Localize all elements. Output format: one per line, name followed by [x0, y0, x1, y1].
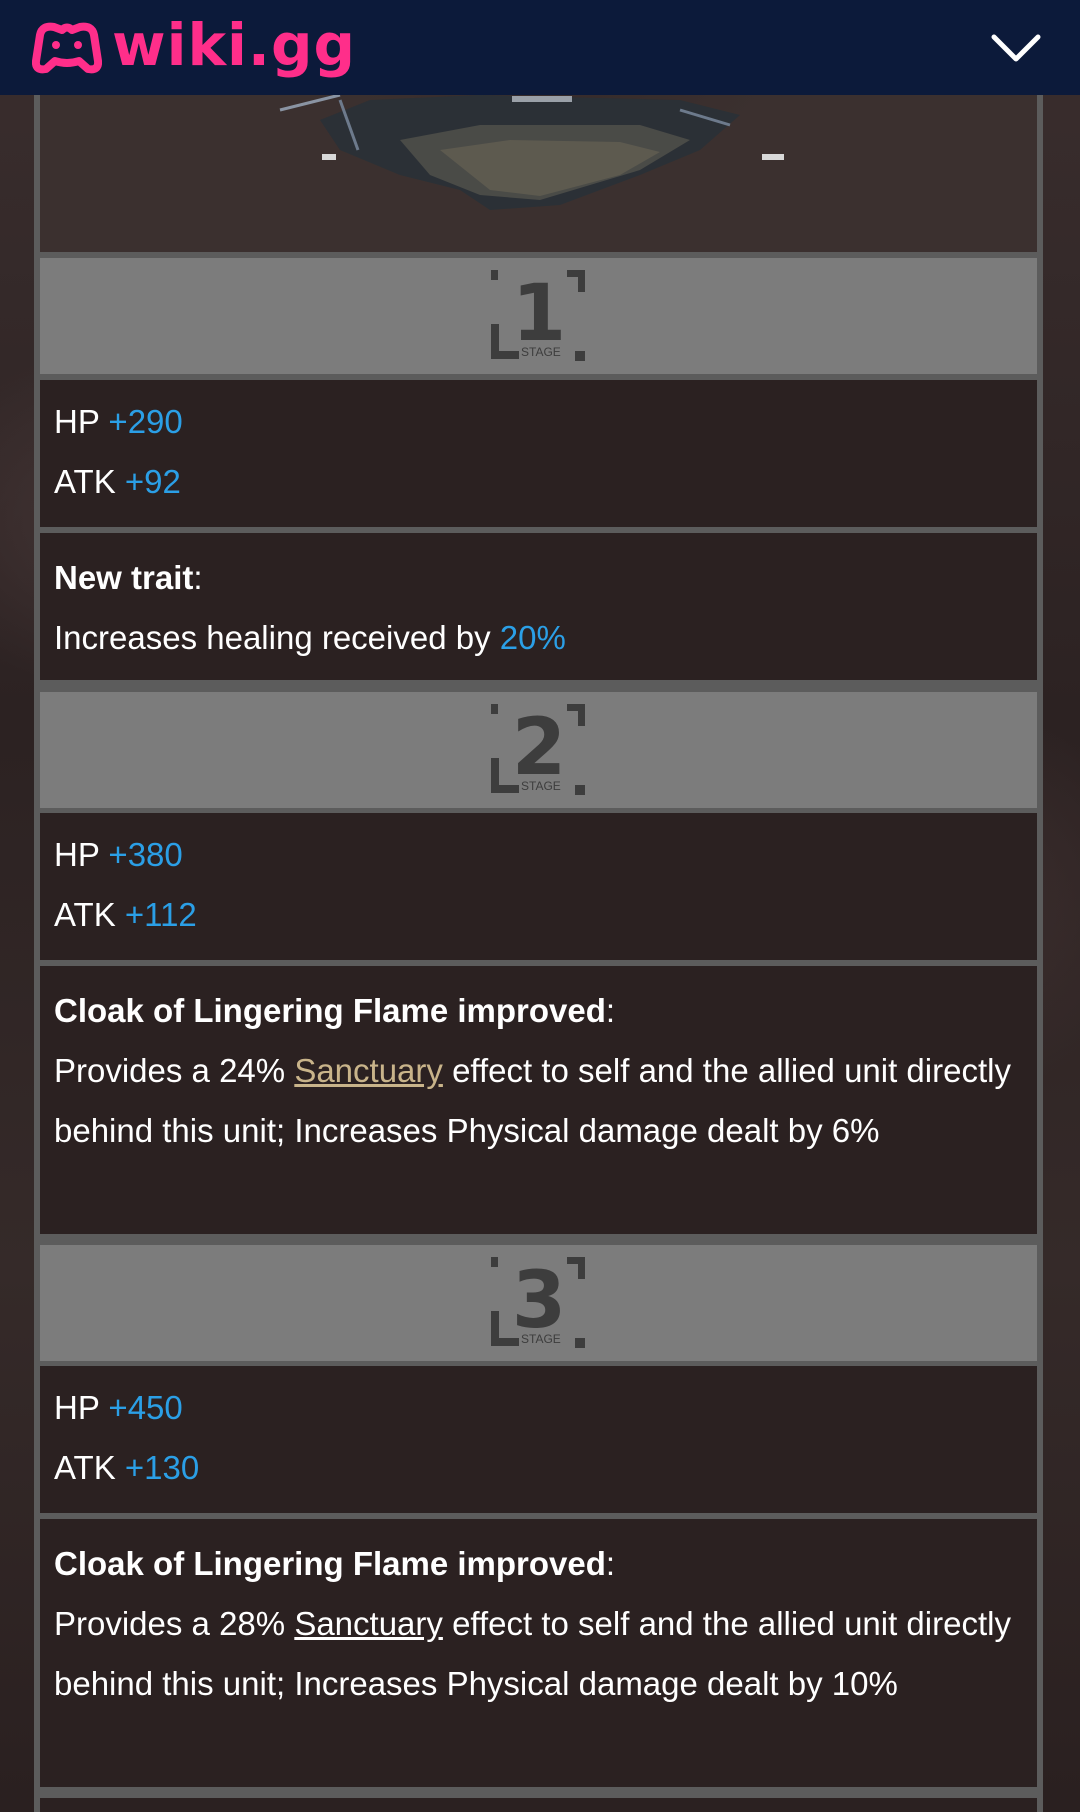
svg-text:3: 3	[511, 1256, 565, 1346]
trait-title: Cloak of Lingering Flame improved:	[54, 1545, 616, 1582]
stage-3-trait: Cloak of Lingering Flame improved: Provi…	[40, 1519, 1037, 1787]
chevron-down-icon[interactable]	[990, 31, 1042, 65]
trait-title: New trait:	[54, 559, 203, 596]
stage-1-trait: New trait: Increases healing received by…	[40, 533, 1037, 680]
gamepad-logo-icon	[32, 22, 102, 73]
atk-value: +92	[124, 463, 181, 500]
atk-stat: ATK +130	[54, 1449, 200, 1486]
logo-wordmark: wiki.gg	[112, 10, 356, 79]
sanctuary-link[interactable]: Sanctuary	[294, 1605, 443, 1642]
svg-text:1: 1	[511, 269, 565, 359]
stage-1-stats: HP +290 ATK +92	[40, 380, 1037, 527]
trait-description: Provides a 28% Sanctuary effect to self …	[54, 1605, 1011, 1702]
trait-value: 20%	[499, 619, 566, 656]
trait-title: Cloak of Lingering Flame improved:	[54, 992, 616, 1029]
hp-stat: HP +450	[54, 1389, 183, 1426]
stage-2-header: STAGE 2	[40, 692, 1037, 808]
stage-upgrade-table: STAGE 1 HP +290 ATK +92 New trait: Incre…	[34, 0, 1043, 1812]
site-logo[interactable]: wiki.gg	[32, 16, 356, 75]
hp-stat: HP +380	[54, 836, 183, 873]
hp-value: +290	[108, 403, 183, 440]
stage-1-badge-icon: STAGE 1	[490, 269, 585, 361]
stage-1-header: STAGE 1	[40, 258, 1037, 374]
hp-stat: HP +290	[54, 403, 183, 440]
atk-stat: ATK +92	[54, 463, 181, 500]
svg-text:2: 2	[511, 703, 565, 793]
atk-value: +130	[124, 1449, 200, 1486]
stage-3-header: STAGE 3	[40, 1245, 1037, 1361]
sanctuary-link[interactable]: Sanctuary	[294, 1052, 443, 1089]
stage-3-badge-icon: STAGE 3	[490, 1256, 585, 1348]
atk-value: +112	[124, 896, 197, 933]
hp-value: +450	[108, 1389, 183, 1426]
next-row-partial	[40, 1798, 1037, 1812]
atk-stat: ATK +112	[54, 896, 197, 933]
stage-3-stats: HP +450 ATK +130	[40, 1366, 1037, 1513]
stage-2-badge-icon: STAGE 2	[490, 703, 585, 795]
trait-description: Increases healing received by 20%	[54, 619, 566, 656]
trait-description: Provides a 24% Sanctuary effect to self …	[54, 1052, 1011, 1149]
stage-2-trait: Cloak of Lingering Flame improved: Provi…	[40, 966, 1037, 1234]
hp-value: +380	[108, 836, 183, 873]
top-navigation-bar: wiki.gg	[0, 0, 1080, 95]
stage-2-stats: HP +380 ATK +112	[40, 813, 1037, 960]
